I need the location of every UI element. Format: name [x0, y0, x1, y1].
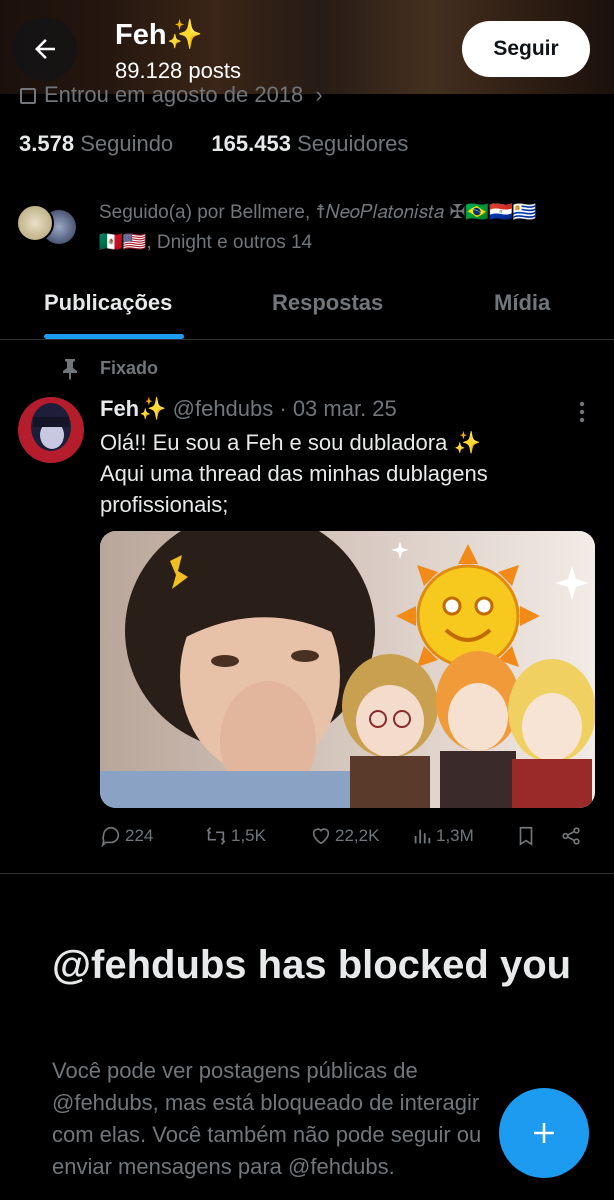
pinned-label: Fixado	[100, 358, 159, 378]
tab-publicacoes[interactable]: Publicações	[44, 290, 172, 316]
like-count: 22,2K	[335, 826, 380, 845]
follow-stats: 3.578 Seguindo 165.453 Seguidores	[19, 131, 408, 157]
header-name: Feh✨	[115, 19, 203, 51]
follower-avatars	[16, 202, 84, 246]
views-button[interactable]: 1,3M	[411, 825, 474, 847]
post-header: Feh✨ @fehdubs · 03 mar. 25	[100, 396, 397, 422]
reply-icon	[101, 826, 120, 847]
header-posts-count: 89.128 posts	[115, 58, 241, 83]
avatar	[16, 204, 54, 242]
pin-icon	[63, 359, 77, 380]
avatar[interactable]	[18, 397, 84, 463]
section-divider	[0, 873, 614, 874]
share-button[interactable]	[560, 825, 582, 847]
post-actions: 224 1,5K 22,2K 1,3M	[100, 825, 595, 853]
reply-count: 224	[125, 826, 154, 845]
chevron-right-icon: ›	[315, 82, 323, 107]
profile-tabs: Publicações Respostas Mídia	[0, 280, 614, 340]
joined-text: Entrou em agosto de 2018	[44, 82, 304, 107]
followers-link[interactable]: 165.453 Seguidores	[211, 131, 408, 156]
post-image[interactable]	[100, 531, 595, 808]
back-button[interactable]	[13, 17, 77, 81]
compose-button[interactable]	[499, 1088, 589, 1178]
followers-count: 165.453	[211, 131, 291, 156]
repost-count: 1,5K	[231, 826, 266, 845]
more-options-button[interactable]	[575, 400, 589, 429]
more-icon	[579, 401, 585, 423]
like-button[interactable]: 22,2K	[310, 825, 379, 847]
post-meta: @fehdubs · 03 mar. 25	[172, 396, 397, 421]
like-icon	[312, 828, 330, 845]
joined-date: Entrou em agosto de 2018 ›	[20, 82, 323, 108]
tab-respostas[interactable]: Respostas	[272, 290, 383, 316]
views-count: 1,3M	[436, 826, 474, 845]
repost-button[interactable]: 1,5K	[204, 825, 266, 847]
bookmark-icon	[519, 826, 533, 846]
following-link[interactable]: 3.578 Seguindo	[19, 131, 179, 156]
followed-by-line1: Seguido(a) por Bellmere, ☨𝑁𝑒𝑜𝑃𝑙𝑎𝑡𝑜𝑛𝑖𝑠𝑡𝑎 …	[99, 202, 537, 223]
avatar-image	[18, 397, 84, 463]
back-arrow-icon	[35, 39, 55, 59]
tab-midia[interactable]: Mídia	[494, 290, 550, 316]
following-count: 3.578	[19, 131, 75, 156]
post-text-line1: Olá!! Eu sou a Feh e sou dubladora ✨	[100, 430, 481, 455]
reply-button[interactable]: 224	[100, 825, 153, 847]
followed-by-row[interactable]: Seguido(a) por Bellmere, ☨𝑁𝑒𝑜𝑃𝑙𝑎𝑡𝑜𝑛𝑖𝑠𝑡𝑎 …	[16, 198, 606, 258]
views-icon	[414, 829, 431, 844]
followed-by-line2: 🇲🇽🇺🇸, Dnight e outros 14	[99, 232, 313, 253]
post-text-line2: Aqui uma thread das minhas dublagens pro…	[100, 461, 488, 517]
post-text: Olá!! Eu sou a Feh e sou dubladora ✨ Aqu…	[100, 427, 580, 520]
plus-icon	[534, 1123, 554, 1143]
blocked-description: Você pode ver postagens públicas de @feh…	[52, 1058, 482, 1179]
share-icon	[562, 827, 580, 845]
post-photo	[100, 531, 595, 808]
repost-icon	[206, 827, 226, 845]
followed-by-text: Seguido(a) por Bellmere, ☨𝑁𝑒𝑜𝑃𝑙𝑎𝑡𝑜𝑛𝑖𝑠𝑡𝑎 …	[99, 198, 589, 258]
calendar-icon	[20, 88, 36, 105]
post-author-name[interactable]: Feh✨	[100, 396, 167, 421]
bookmark-button[interactable]	[516, 825, 536, 847]
follow-button[interactable]: Seguir	[462, 21, 590, 77]
following-label: Seguindo	[80, 131, 174, 156]
blocked-title: @fehdubs has blocked you	[52, 943, 572, 987]
followers-label: Seguidores	[297, 131, 409, 156]
active-tab-indicator	[44, 334, 184, 339]
